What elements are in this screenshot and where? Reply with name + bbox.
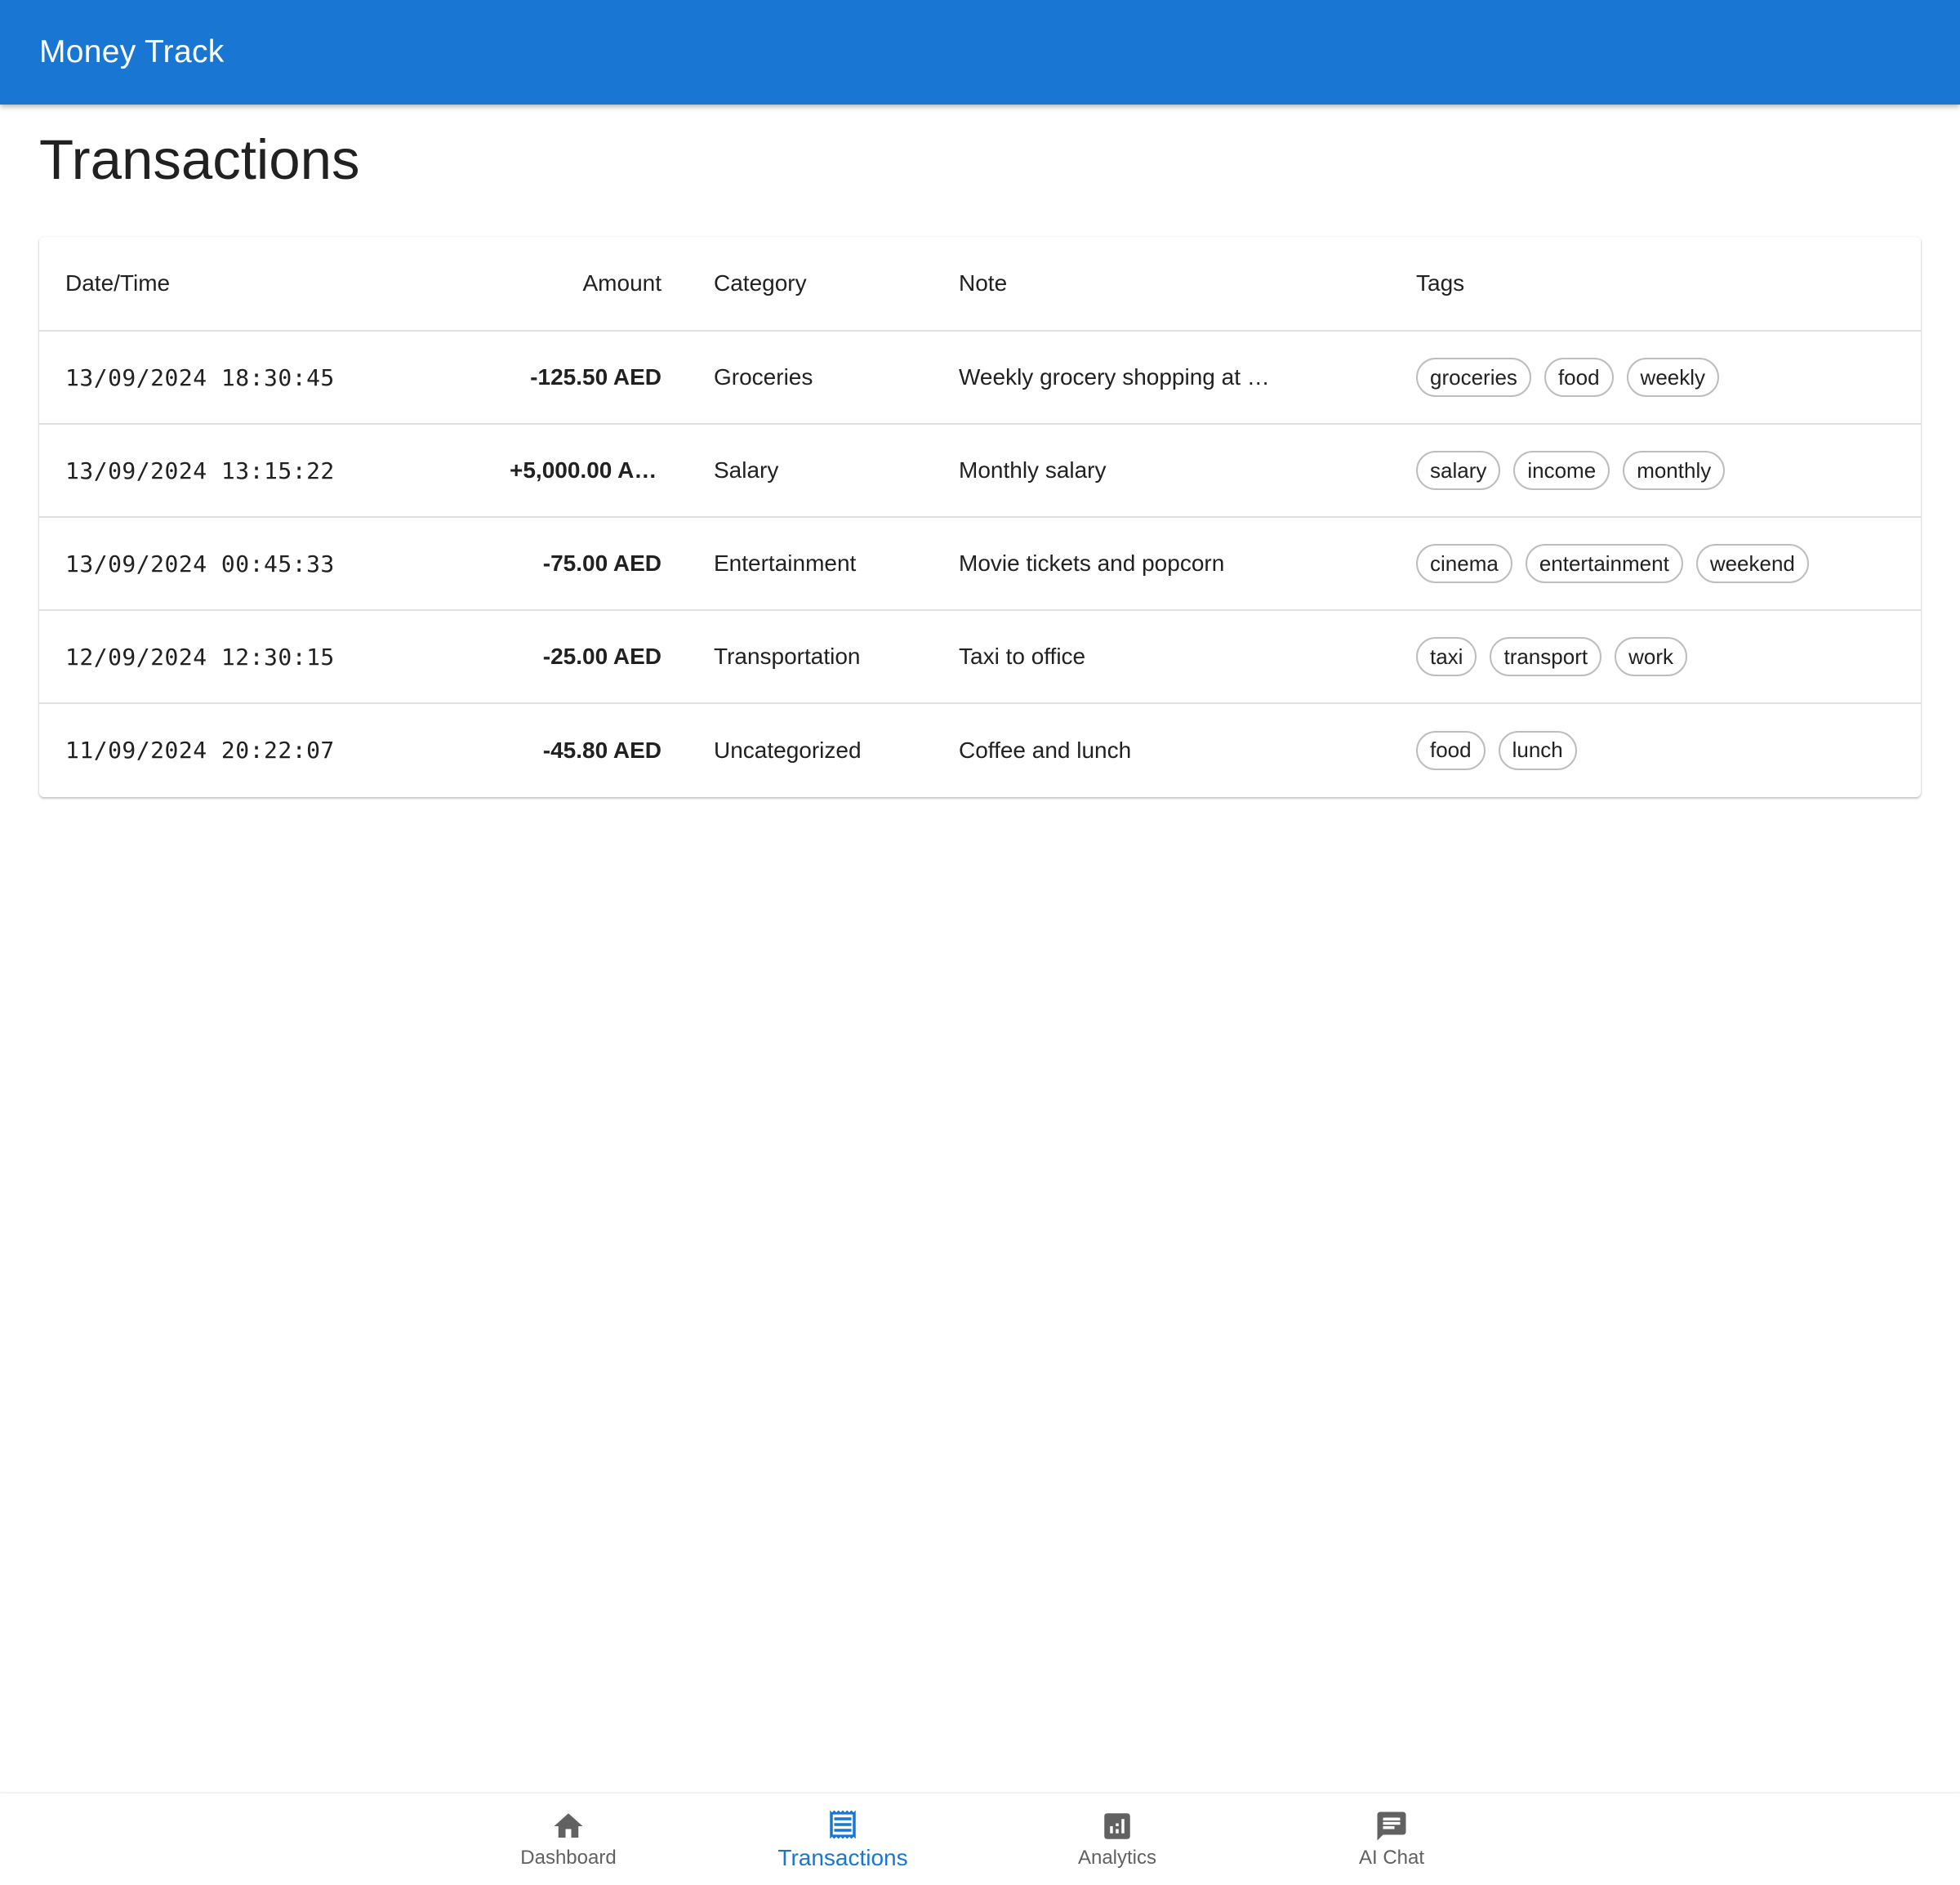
transactions-table-card: Date/Time Amount Category Note Tags 13/0… <box>39 237 1921 797</box>
tag-chip[interactable]: cinema <box>1416 544 1512 583</box>
nav-ai-chat[interactable]: AI Chat <box>1294 1794 1490 1885</box>
tags-cell: groceries food weekly <box>1382 331 1921 425</box>
note-cell: Movie tickets and popcorn <box>924 517 1382 611</box>
header-tags: Tags <box>1382 237 1921 332</box>
tag-chip[interactable]: income <box>1513 451 1610 490</box>
table-header-row: Date/Time Amount Category Note Tags <box>39 237 1921 332</box>
tag-chip[interactable]: lunch <box>1498 730 1577 770</box>
tag-chip[interactable]: food <box>1544 358 1614 397</box>
analytics-icon <box>1100 1809 1134 1843</box>
tags-cell: food lunch <box>1382 703 1921 796</box>
amount-cell: -25.00 AED <box>483 610 679 704</box>
tag-chip[interactable]: work <box>1615 637 1687 676</box>
nav-analytics-label: Analytics <box>1077 1847 1157 1869</box>
app-title: Money Track <box>39 34 225 69</box>
tag-chip[interactable]: weekend <box>1695 544 1809 583</box>
tags-cell: salary income monthly <box>1382 424 1921 518</box>
table-row[interactable]: 13/09/2024 13:15:22 +5,000.00 AED Salary… <box>39 424 1921 518</box>
datetime-cell: 13/09/2024 00:45:33 <box>39 517 483 611</box>
table-row[interactable]: 13/09/2024 00:45:33 -75.00 AED Entertain… <box>39 517 1921 611</box>
tags-cell: taxi transport work <box>1382 610 1921 704</box>
tag-chip[interactable]: entertainment <box>1525 544 1683 583</box>
header-datetime: Date/Time <box>39 237 483 332</box>
amount-cell: -45.80 AED <box>542 737 662 763</box>
amount-cell: -75.00 AED <box>483 517 679 611</box>
tag-chip[interactable]: weekly <box>1626 358 1720 397</box>
note-cell: Weekly grocery shopping at … <box>924 331 1382 425</box>
header-amount: Amount <box>483 237 679 332</box>
amount-cell: -125.50 AED <box>483 331 679 425</box>
note-cell: Monthly salary <box>924 424 1382 518</box>
app-bar: Money Track <box>0 0 1960 105</box>
tag-chip[interactable]: salary <box>1416 451 1501 490</box>
category-cell: Entertainment <box>679 517 924 611</box>
nav-transactions-label: Transactions <box>777 1845 908 1870</box>
note-cell: Coffee and lunch <box>959 737 1132 763</box>
header-category: Category <box>679 237 924 332</box>
amount-cell: +5,000.00 AED <box>483 424 679 518</box>
table-row[interactable]: 12/09/2024 12:30:15 -25.00 AED Transport… <box>39 610 1921 704</box>
table-row[interactable]: 13/09/2024 18:30:45 -125.50 AED Grocerie… <box>39 331 1921 425</box>
bottom-navigation: Dashboard Transactions Analytics AI Chat <box>0 1794 1960 1885</box>
header-note: Note <box>924 237 1382 332</box>
chat-icon <box>1374 1809 1409 1843</box>
receipt-icon <box>826 1807 860 1842</box>
datetime-cell: 12/09/2024 12:30:15 <box>39 610 483 704</box>
nav-transactions[interactable]: Transactions <box>745 1794 941 1885</box>
note-cell: Taxi to office <box>924 610 1382 704</box>
tag-chip[interactable]: taxi <box>1416 637 1477 676</box>
category-cell: Uncategorized <box>714 737 862 763</box>
page-title: Transactions <box>39 128 360 191</box>
datetime-cell: 13/09/2024 13:15:22 <box>39 424 483 518</box>
tag-chip[interactable]: monthly <box>1623 451 1726 490</box>
nav-analytics[interactable]: Analytics <box>1019 1794 1215 1885</box>
tags-cell: cinema entertainment weekend <box>1382 517 1921 611</box>
datetime-cell: 13/09/2024 18:30:45 <box>39 331 483 425</box>
tag-chip[interactable]: groceries <box>1416 358 1531 397</box>
tag-chip[interactable]: food <box>1416 730 1486 770</box>
home-icon <box>551 1809 586 1843</box>
table-row[interactable]: 11/09/2024 20:22:07 -45.80 AED Uncategor… <box>39 703 1921 796</box>
category-cell: Transportation <box>679 610 924 704</box>
transactions-table: Date/Time Amount Category Note Tags 13/0… <box>39 237 1921 796</box>
nav-dashboard-label: Dashboard <box>520 1847 617 1869</box>
tag-chip[interactable]: transport <box>1490 637 1602 676</box>
category-cell: Groceries <box>679 331 924 425</box>
datetime-cell: 11/09/2024 20:22:07 <box>65 737 335 764</box>
category-cell: Salary <box>679 424 924 518</box>
nav-dashboard[interactable]: Dashboard <box>470 1794 666 1885</box>
nav-ai-chat-label: AI Chat <box>1358 1847 1425 1869</box>
